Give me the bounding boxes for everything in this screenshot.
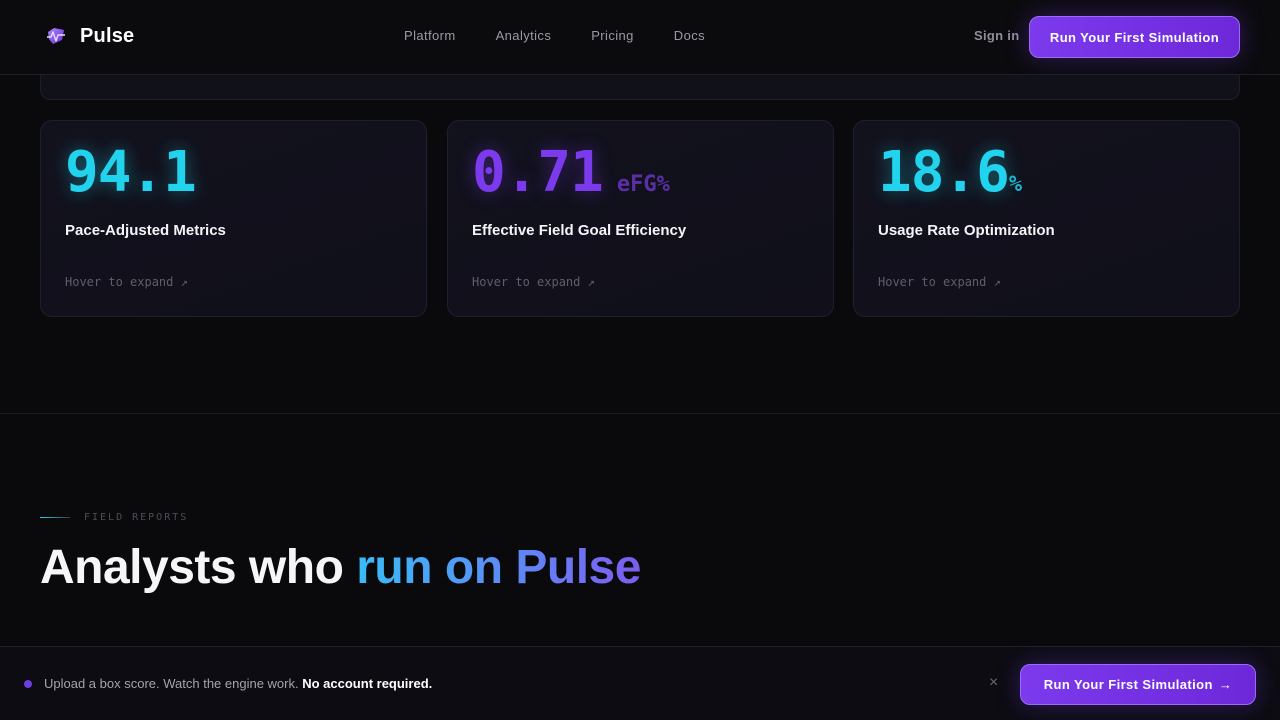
bar-cta-label: Run Your First Simulation: [1043, 677, 1213, 692]
run-simulation-label: Run Your First Simulation: [1049, 29, 1220, 45]
stat-card-usage[interactable]: 18.6 % Usage Rate Optimization Hover to …: [853, 120, 1240, 317]
nav-link-docs[interactable]: Docs: [674, 28, 705, 43]
stat-label: Effective Field Goal Efficiency: [472, 222, 687, 239]
section-divider: [0, 413, 1280, 414]
brand-name: Pulse: [80, 24, 135, 47]
sign-in-link[interactable]: Sign in: [974, 28, 1019, 43]
cta-bar-text: Upload a box score. Watch the engine wor…: [44, 676, 432, 691]
stat-value-row: 18.6 %: [878, 143, 1022, 203]
status-dot: [24, 680, 32, 688]
run-simulation-button[interactable]: Run Your First Simulation: [1029, 16, 1240, 58]
headline-accent: run on Pulse: [356, 541, 641, 594]
run-simulation-bar-button[interactable]: Run Your First Simulation →: [1020, 664, 1256, 705]
expand-hint[interactable]: Hover to expand ↗: [472, 275, 595, 289]
sticky-cta-bar: Upload a box score. Watch the engine wor…: [0, 646, 1280, 720]
stat-value: 0.71: [472, 140, 604, 205]
eyebrow-text: FIELD REPORTS: [84, 512, 189, 523]
eyebrow-line: [40, 517, 70, 518]
feature-card-remnant: [40, 75, 1240, 100]
nav-link-analytics[interactable]: Analytics: [496, 28, 552, 43]
headline-plain: Analysts who: [40, 541, 357, 594]
close-icon[interactable]: ×: [989, 674, 998, 692]
stat-label: Pace-Adjusted Metrics: [65, 222, 226, 239]
stat-unit: %: [1008, 172, 1023, 197]
cta-bar-message: Upload a box score. Watch the engine wor…: [44, 676, 299, 691]
expand-hint[interactable]: Hover to expand ↗: [65, 275, 188, 289]
stat-unit: eFG%: [616, 172, 670, 197]
top-nav: Pulse Platform Analytics Pricing Docs Si…: [0, 0, 1280, 75]
arrow-right-icon: →: [1218, 677, 1233, 692]
section-eyebrow: FIELD REPORTS: [40, 512, 188, 523]
brand[interactable]: Pulse: [44, 24, 134, 48]
expand-hint[interactable]: Hover to expand ↗: [878, 275, 1001, 289]
nav-links: Platform Analytics Pricing Docs: [404, 28, 705, 43]
nav-link-pricing[interactable]: Pricing: [591, 28, 634, 43]
cta-bar-emphasis: No account required.: [302, 676, 433, 691]
stat-value-row: 0.71 eFG%: [472, 143, 670, 203]
stat-value: 94.1: [65, 140, 197, 205]
page: Pulse Platform Analytics Pricing Docs Si…: [0, 0, 1280, 720]
stat-value-row: 94.1: [65, 140, 197, 205]
stat-card-efg[interactable]: 0.71 eFG% Effective Field Goal Efficienc…: [447, 120, 834, 317]
stat-card-pace[interactable]: 94.1 Pace-Adjusted Metrics Hover to expa…: [40, 120, 427, 317]
pulse-logo-icon: [47, 28, 65, 44]
stat-value: 18.6: [878, 140, 1010, 205]
nav-link-platform[interactable]: Platform: [404, 28, 456, 43]
stat-label: Usage Rate Optimization: [878, 222, 1055, 239]
section-headline: Analysts who run on Pulse: [40, 540, 641, 595]
